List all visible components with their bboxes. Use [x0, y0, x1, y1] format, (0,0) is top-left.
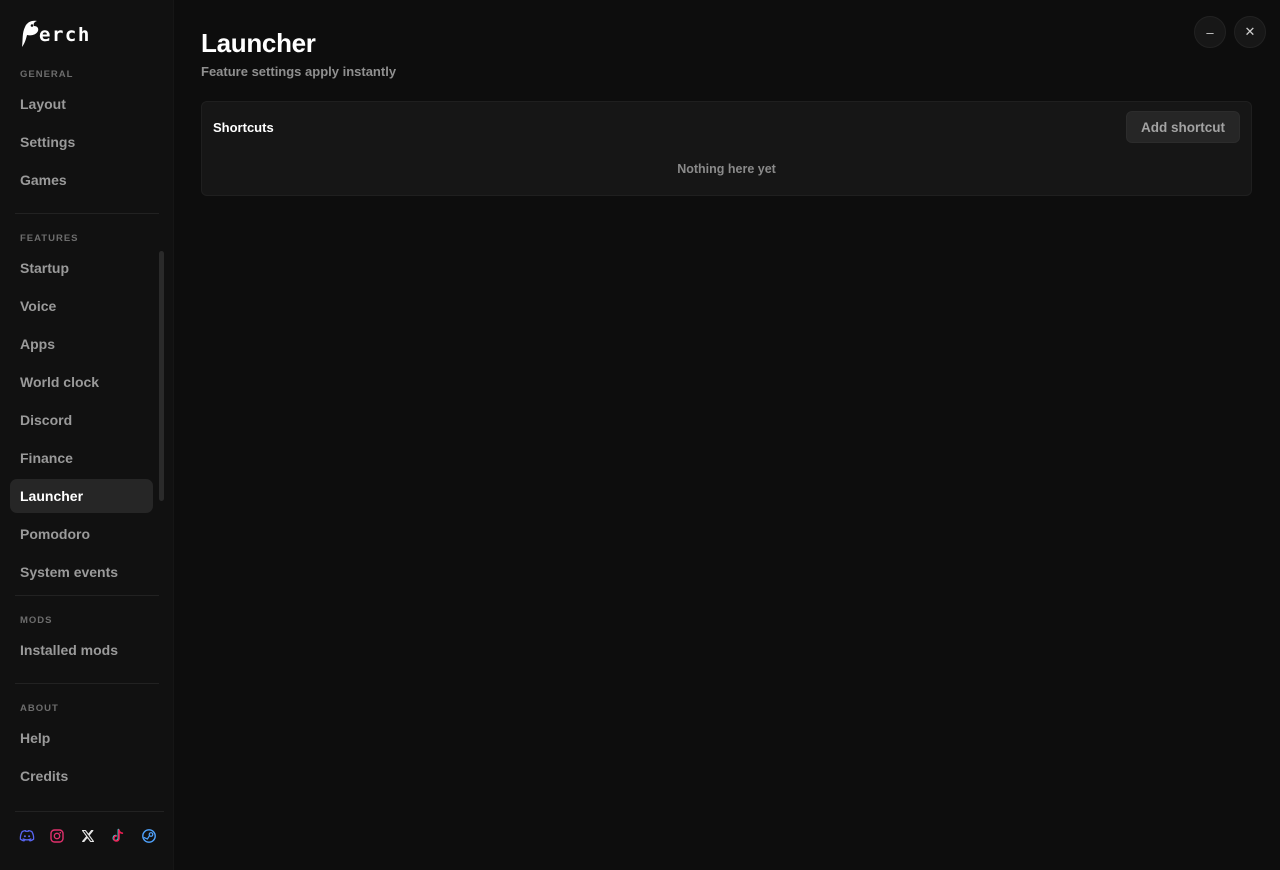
sidebar-item-settings[interactable]: Settings	[10, 125, 153, 159]
app-logo: erch	[19, 16, 91, 50]
sidebar: erch GENERAL Layout Settings Games FEATU…	[0, 0, 174, 870]
section-label-about: ABOUT	[20, 703, 59, 714]
shortcuts-card: Shortcuts Add shortcut Nothing here yet	[201, 101, 1252, 196]
sidebar-divider	[15, 595, 159, 596]
sidebar-item-startup[interactable]: Startup	[10, 251, 153, 285]
shortcuts-card-title: Shortcuts	[213, 120, 274, 135]
sidebar-divider	[15, 213, 159, 214]
sidebar-item-finance[interactable]: Finance	[10, 441, 153, 475]
discord-link[interactable]	[18, 827, 36, 845]
section-label-general: GENERAL	[20, 69, 74, 80]
x-link[interactable]	[79, 827, 97, 845]
x-icon	[81, 829, 95, 843]
minimize-button[interactable]: –	[1194, 16, 1226, 48]
close-icon: ✕	[1244, 24, 1256, 39]
sidebar-item-system-events[interactable]: System events	[10, 555, 153, 589]
main-content: Launcher Feature settings apply instantl…	[174, 0, 1280, 870]
discord-icon	[19, 829, 35, 842]
sidebar-item-games[interactable]: Games	[10, 163, 153, 197]
sidebar-item-discord[interactable]: Discord	[10, 403, 153, 437]
sidebar-item-pomodoro[interactable]: Pomodoro	[10, 517, 153, 551]
app-window: erch GENERAL Layout Settings Games FEATU…	[0, 0, 1280, 870]
minimize-icon: –	[1206, 24, 1214, 40]
section-label-features: FEATURES	[20, 233, 79, 244]
perch-logo-icon	[22, 20, 39, 47]
sidebar-item-voice[interactable]: Voice	[10, 289, 153, 323]
sidebar-nav[interactable]: GENERAL Layout Settings Games FEATURES S…	[0, 58, 164, 803]
sidebar-item-world-clock[interactable]: World clock	[10, 365, 153, 399]
close-button[interactable]: ✕	[1234, 16, 1266, 48]
sidebar-divider	[15, 683, 159, 684]
steam-link[interactable]	[140, 827, 158, 845]
sidebar-item-apps[interactable]: Apps	[10, 327, 153, 361]
sidebar-item-installed-mods[interactable]: Installed mods	[10, 633, 153, 667]
section-label-mods: MODS	[20, 615, 53, 626]
instagram-link[interactable]	[48, 827, 66, 845]
page-title: Launcher	[201, 28, 316, 58]
steam-icon	[142, 829, 156, 843]
tiktok-link[interactable]	[109, 827, 127, 845]
app-logo-text: erch	[39, 24, 91, 46]
sidebar-item-launcher[interactable]: Launcher	[10, 479, 153, 513]
sidebar-item-credits[interactable]: Credits	[10, 759, 153, 793]
page-subtitle: Feature settings apply instantly	[201, 64, 397, 79]
tiktok-icon	[112, 828, 124, 842]
sidebar-item-layout[interactable]: Layout	[10, 87, 153, 121]
empty-state-text: Nothing here yet	[677, 162, 776, 176]
instagram-icon	[50, 829, 64, 843]
sidebar-footer-divider	[15, 811, 164, 812]
add-shortcut-button[interactable]: Add shortcut	[1126, 111, 1240, 143]
sidebar-item-help[interactable]: Help	[10, 721, 153, 755]
sidebar-scrollbar[interactable]	[159, 251, 164, 501]
